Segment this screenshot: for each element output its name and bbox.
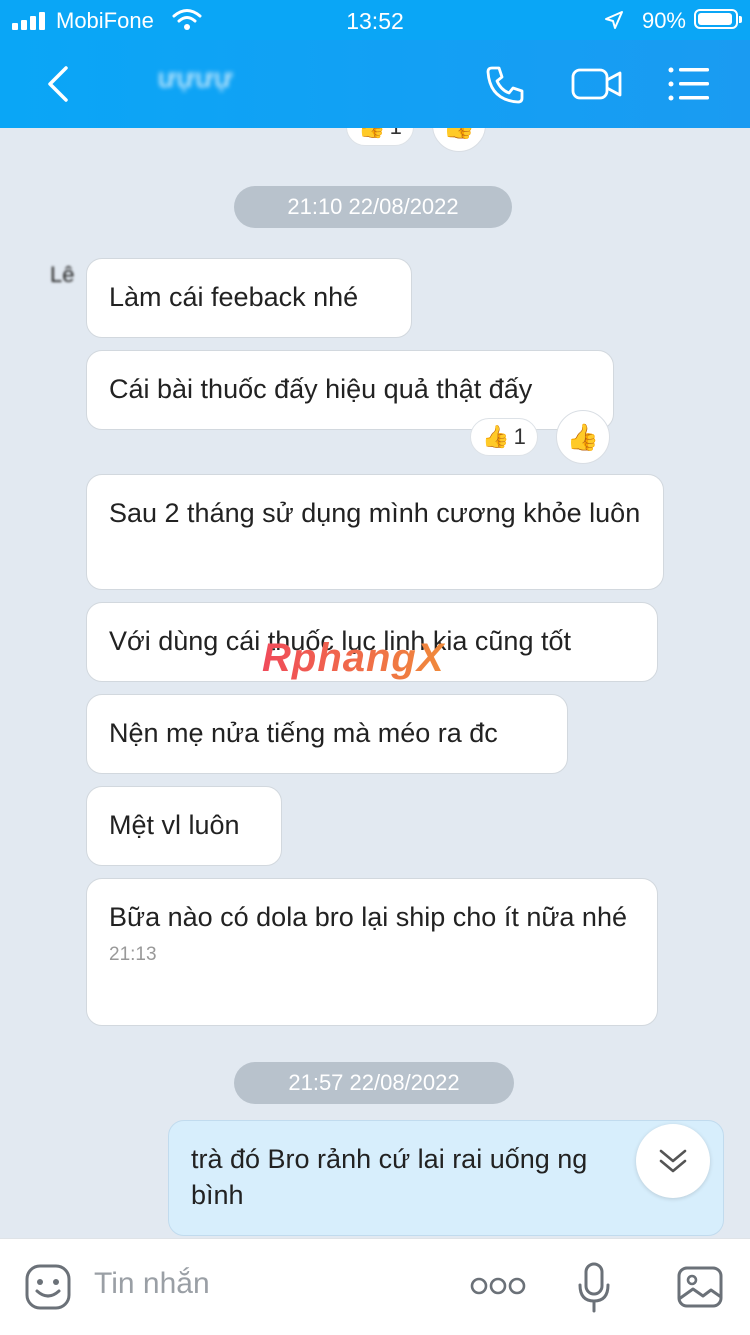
- thumbs-up-icon: 👍: [443, 128, 475, 141]
- emoji-icon[interactable]: [24, 1263, 72, 1311]
- message-bubble[interactable]: Nện mẹ nửa tiếng mà méo ra đc: [86, 694, 568, 774]
- location-icon: [605, 11, 623, 29]
- contact-name[interactable]: ưựưự: [158, 62, 233, 94]
- message-bubble[interactable]: Bữa nào có dola bro lại ship cho ít nữa …: [86, 878, 658, 1026]
- message-text: Sau 2 tháng sử dụng mình cương khỏe luôn: [109, 498, 641, 528]
- thumbs-up-icon: 👍: [358, 128, 385, 140]
- message-time: 21:13: [109, 944, 157, 965]
- date-separator: 21:10 22/08/2022: [234, 186, 512, 228]
- battery-percent: 90%: [641, 8, 686, 33]
- chat-area[interactable]: 👍1 👍 21:10 22/08/2022 Lê Làm cái feeback…: [0, 128, 750, 1238]
- status-bar: MobiFone 13:52 90%: [0, 0, 750, 40]
- message-input-bar: Tin nhắn: [0, 1238, 750, 1335]
- message-text: Cái bài thuốc đấy hiệu quả thật đấy: [109, 374, 533, 404]
- image-icon[interactable]: [676, 1265, 724, 1309]
- reaction-chip[interactable]: 👍1: [470, 418, 538, 456]
- message-input[interactable]: Tin nhắn: [94, 1267, 210, 1301]
- react-button[interactable]: 👍: [432, 128, 486, 152]
- date-separator: 21:57 22/08/2022: [234, 1062, 514, 1104]
- thumbs-up-icon: 👍: [482, 424, 510, 449]
- react-button[interactable]: 👍: [556, 410, 610, 464]
- message-bubble[interactable]: Cái bài thuốc đấy hiệu quả thật đấy: [86, 350, 614, 430]
- message-text: Làm cái feeback nhé: [109, 282, 359, 312]
- message-text: Nện mẹ nửa tiếng mà méo ra đc: [109, 718, 498, 748]
- menu-icon[interactable]: [666, 64, 712, 104]
- avatar[interactable]: Lê: [20, 254, 74, 326]
- battery-icon: [694, 9, 742, 29]
- more-icon[interactable]: [470, 1275, 526, 1297]
- mic-icon[interactable]: [576, 1261, 612, 1315]
- chevrons-down-icon: [659, 1149, 687, 1173]
- reaction-chip[interactable]: 👍1: [346, 128, 414, 146]
- chat-header: ưựưự: [0, 40, 750, 128]
- message-text: Mệt vl luôn: [109, 810, 240, 840]
- message-bubble[interactable]: Làm cái feeback nhé: [86, 258, 412, 338]
- scroll-down-button[interactable]: [636, 1124, 710, 1198]
- message-text: Bữa nào có dola bro lại ship cho ít nữa …: [109, 902, 627, 932]
- clock: 13:52: [346, 8, 404, 34]
- thumbs-up-icon: 👍: [566, 421, 600, 452]
- watermark: RphangX: [262, 636, 445, 680]
- video-icon[interactable]: [570, 64, 624, 104]
- message-bubble[interactable]: Mệt vl luôn: [86, 786, 282, 866]
- message-text: trà đó Bro rảnh cứ lai rai uống ng bình: [191, 1144, 588, 1210]
- message-bubble[interactable]: Sau 2 tháng sử dụng mình cương khỏe luôn: [86, 474, 664, 590]
- back-icon[interactable]: [40, 64, 76, 104]
- phone-icon[interactable]: [484, 64, 526, 106]
